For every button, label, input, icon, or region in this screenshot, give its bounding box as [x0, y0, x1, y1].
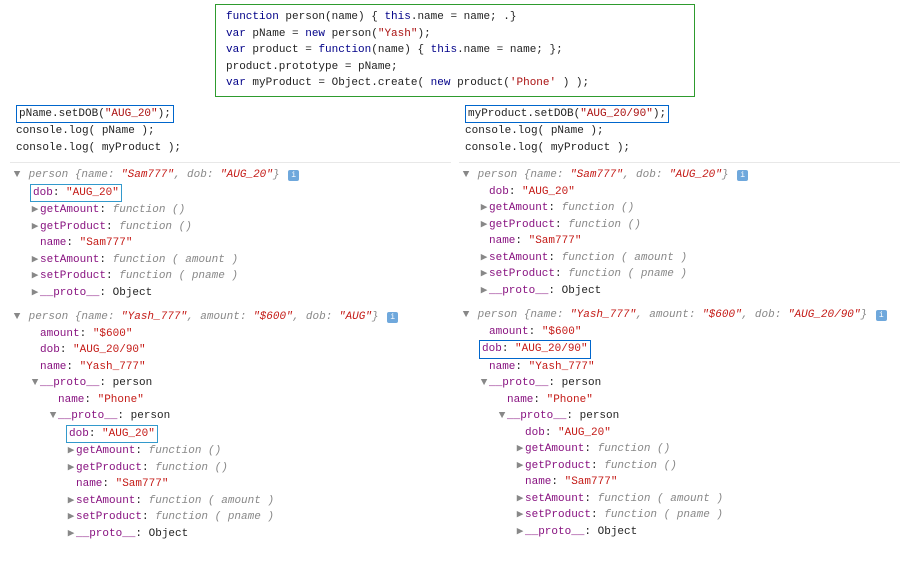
disclosure-triangle-icon[interactable]: ▶ — [30, 252, 40, 269]
info-icon[interactable]: i — [737, 170, 748, 181]
disclosure-triangle-icon[interactable]: ▶ — [30, 268, 40, 285]
info-icon[interactable]: i — [876, 310, 887, 321]
console-object: ▼ person {name: "Yash_777", amount: "$60… — [10, 309, 451, 542]
disclosure-triangle-icon[interactable]: ▶ — [515, 524, 525, 541]
disclosure-triangle-icon[interactable]: ▶ — [66, 460, 76, 477]
disclosure-triangle-icon[interactable]: ▶ — [30, 202, 40, 219]
log-line: console.log( myProduct ); — [465, 140, 894, 157]
console-object: ▼ person {name: "Yash_777", amount: "$60… — [459, 307, 900, 540]
disclosure-triangle-icon[interactable]: ▶ — [30, 219, 40, 236]
disclosure-triangle-icon[interactable]: ▼ — [461, 167, 471, 184]
disclosure-triangle-icon[interactable]: ▼ — [12, 309, 22, 326]
disclosure-triangle-icon[interactable]: ▶ — [479, 200, 489, 217]
disclosure-triangle-icon[interactable]: ▶ — [479, 250, 489, 267]
disclosure-triangle-icon[interactable]: ▶ — [479, 266, 489, 283]
top-code-box: function person(name) { this.name = name… — [215, 4, 695, 97]
log-line: console.log( pName ); — [465, 123, 894, 140]
code-line: var pName = new person("Yash"); — [226, 26, 684, 43]
code-line: function person(name) { this.name = name… — [226, 9, 684, 26]
info-icon[interactable]: i — [288, 170, 299, 181]
disclosure-triangle-icon[interactable]: ▶ — [479, 283, 489, 300]
log-line: console.log( myProduct ); — [16, 140, 445, 157]
console-object: ▼ person {name: "Sam777", dob: "AUG_20"}… — [10, 167, 451, 301]
disclosure-triangle-icon[interactable]: ▶ — [515, 458, 525, 475]
disclosure-triangle-icon[interactable]: ▼ — [461, 307, 471, 324]
call-line: myProduct.setDOB("AUG_20/90"); — [465, 105, 894, 124]
disclosure-triangle-icon[interactable]: ▶ — [66, 509, 76, 526]
right-column: myProduct.setDOB("AUG_20/90"); console.l… — [455, 103, 904, 543]
disclosure-triangle-icon[interactable]: ▶ — [515, 441, 525, 458]
code-line: var myProduct = Object.create( new produ… — [226, 75, 684, 92]
disclosure-triangle-icon[interactable]: ▶ — [66, 443, 76, 460]
code-line: product.prototype = pName; — [226, 59, 684, 76]
disclosure-triangle-icon[interactable]: ▶ — [479, 217, 489, 234]
call-line: pName.setDOB("AUG_20"); — [16, 105, 445, 124]
disclosure-triangle-icon[interactable]: ▶ — [66, 493, 76, 510]
left-column: pName.setDOB("AUG_20"); console.log( pNa… — [6, 103, 455, 543]
disclosure-triangle-icon[interactable]: ▼ — [12, 167, 22, 184]
disclosure-triangle-icon[interactable]: ▼ — [48, 408, 58, 425]
code-line: var product = function(name) { this.name… — [226, 42, 684, 59]
disclosure-triangle-icon[interactable]: ▶ — [515, 507, 525, 524]
console-object: ▼ person {name: "Sam777", dob: "AUG_20"}… — [459, 167, 900, 299]
disclosure-triangle-icon[interactable]: ▼ — [30, 375, 40, 392]
info-icon[interactable]: i — [387, 312, 398, 323]
disclosure-triangle-icon[interactable]: ▶ — [66, 526, 76, 543]
log-line: console.log( pName ); — [16, 123, 445, 140]
disclosure-triangle-icon[interactable]: ▶ — [30, 285, 40, 302]
disclosure-triangle-icon[interactable]: ▼ — [497, 408, 507, 425]
disclosure-triangle-icon[interactable]: ▶ — [515, 491, 525, 508]
disclosure-triangle-icon[interactable]: ▼ — [479, 375, 489, 392]
